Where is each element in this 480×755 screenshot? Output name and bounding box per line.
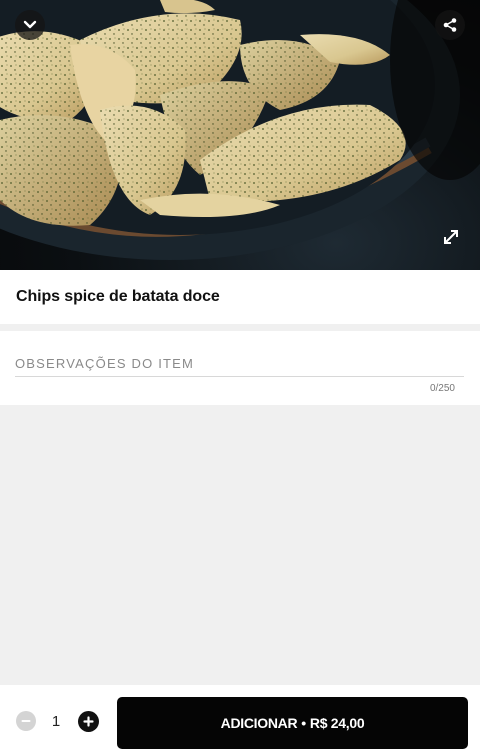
product-title: Chips spice de batata doce bbox=[16, 288, 220, 305]
item-notes-input[interactable] bbox=[15, 351, 464, 377]
share-icon bbox=[443, 18, 457, 32]
add-to-cart-button[interactable]: ADICIONAR • R$ 24,00 bbox=[117, 697, 468, 749]
minus-icon bbox=[21, 720, 31, 722]
close-button[interactable] bbox=[15, 10, 45, 40]
chevron-down-icon bbox=[23, 20, 37, 29]
add-button-label: ADICIONAR bbox=[220, 715, 298, 731]
notes-char-counter: 0/250 bbox=[429, 383, 455, 394]
add-button-price: R$ 24,00 bbox=[309, 715, 365, 731]
item-notes-section: 0/250 bbox=[0, 331, 480, 405]
product-image bbox=[0, 0, 480, 270]
add-button-separator: • bbox=[301, 715, 306, 731]
decrease-quantity-button[interactable] bbox=[16, 711, 36, 731]
expand-icon bbox=[444, 230, 458, 244]
increase-quantity-button[interactable] bbox=[78, 711, 99, 732]
product-title-card: Chips spice de batata doce bbox=[0, 270, 480, 324]
expand-image-button[interactable] bbox=[438, 224, 464, 250]
plus-icon bbox=[83, 716, 94, 727]
share-button[interactable] bbox=[435, 10, 465, 40]
add-to-cart-bar: 1 ADICIONAR • R$ 24,00 bbox=[0, 685, 480, 755]
quantity-value: 1 bbox=[51, 713, 61, 730]
chips-bowl-photo bbox=[0, 0, 480, 260]
